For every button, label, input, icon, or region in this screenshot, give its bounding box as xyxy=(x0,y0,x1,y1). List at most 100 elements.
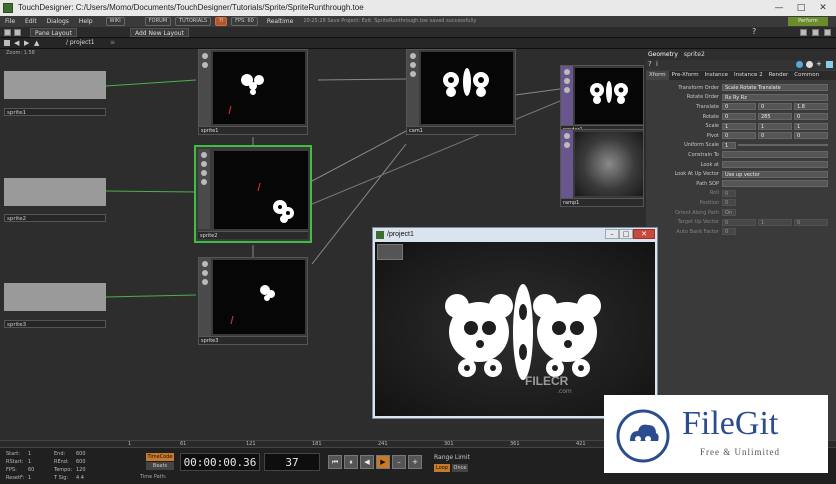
node-sprite2-icon-c[interactable] xyxy=(201,170,207,176)
node-cam1[interactable]: cam1 xyxy=(406,49,516,135)
error-badge[interactable]: !! xyxy=(215,17,228,26)
stat-value[interactable]: 4 4 xyxy=(76,474,84,482)
loop-button[interactable]: Loop xyxy=(434,464,450,472)
param-add-icon[interactable]: + xyxy=(816,60,822,68)
floating-render-view[interactable]: FILECR .com xyxy=(375,242,655,416)
node-sprite2-selected[interactable]: sprite2 xyxy=(194,145,312,243)
step-back-button[interactable]: ⏸ xyxy=(344,455,358,469)
pane-restore-icon[interactable] xyxy=(812,29,819,36)
param-field-x[interactable]: 0 xyxy=(722,218,756,226)
param-info-icon[interactable]: i xyxy=(656,60,658,68)
left-operator-bar-2[interactable] xyxy=(4,178,106,206)
param-field[interactable] xyxy=(722,180,828,188)
left-operator-bar-1[interactable] xyxy=(4,71,106,99)
param-field[interactable]: 0 xyxy=(722,199,736,207)
perform-mode-button[interactable]: Perform xyxy=(788,17,828,26)
param-field-x[interactable]: 0 xyxy=(722,132,756,140)
param-field-z[interactable]: 1 xyxy=(794,122,828,130)
param-gear-icon[interactable] xyxy=(806,61,813,68)
tutorials-button[interactable]: TUTORIALS xyxy=(175,17,212,26)
tab-pre-xform[interactable]: Pre-Xform xyxy=(669,71,702,80)
floating-maximize-button[interactable]: □ xyxy=(619,229,633,239)
param-dropdown[interactable]: Scale Rotate Translate xyxy=(722,84,828,92)
once-button[interactable]: Once xyxy=(452,464,468,472)
param-field-z[interactable]: 1.8 xyxy=(794,103,828,111)
param-field-y[interactable]: 0 xyxy=(758,132,792,140)
tab-instance[interactable]: Instance xyxy=(702,71,731,80)
node-cam1-icon-c[interactable] xyxy=(410,71,416,77)
tab-xform[interactable]: Xform xyxy=(646,71,669,80)
step-forward-button[interactable]: – xyxy=(392,455,406,469)
param-field-y[interactable]: 1 xyxy=(758,122,792,130)
node-sprite1[interactable]: sprite1 xyxy=(198,49,308,135)
rewind-button[interactable]: ⏮ xyxy=(328,455,342,469)
menu-dialogs[interactable]: Dialogs xyxy=(42,16,74,27)
floating-viewer-window[interactable]: /project1 – □ ✕ FILECR .com xyxy=(372,227,658,419)
param-field-y[interactable]: 285 xyxy=(758,113,792,121)
stat-value[interactable]: 1 xyxy=(28,450,54,458)
node-sprite3-icon-c[interactable] xyxy=(202,279,208,285)
node-cam1-icon-a[interactable] xyxy=(410,53,416,59)
param-globe-icon[interactable] xyxy=(796,61,803,68)
wiki-button[interactable]: WIKI xyxy=(105,17,125,26)
add-layout-button[interactable]: Add New Layout xyxy=(130,28,189,37)
realtime-toggle[interactable]: Realtime xyxy=(262,16,299,27)
param-field-z[interactable]: 0 xyxy=(794,132,828,140)
play-reverse-button[interactable]: ◀ xyxy=(360,455,374,469)
param-field-z[interactable]: 0 xyxy=(794,218,828,226)
node-ramp1-icon-b[interactable] xyxy=(564,142,570,148)
param-field[interactable]: 0 xyxy=(722,228,736,236)
param-toggle[interactable]: On xyxy=(722,209,736,217)
node-cam1-icon-b[interactable] xyxy=(410,62,416,68)
node-sprite2-icon-a[interactable] xyxy=(201,152,207,158)
timecode-display[interactable]: 00:00:00.36 xyxy=(180,453,260,471)
param-field-y[interactable]: 0 xyxy=(758,103,792,111)
node-sprite1-icon-b[interactable] xyxy=(202,62,208,68)
stat-value[interactable]: 120 xyxy=(76,466,86,474)
param-field-y[interactable]: 1 xyxy=(758,218,792,226)
menu-file[interactable]: File xyxy=(0,16,20,27)
node-sprite2-icon-d[interactable] xyxy=(201,179,207,185)
stat-value[interactable]: 1 xyxy=(28,474,54,482)
param-field[interactable] xyxy=(722,151,828,159)
path-menu-icon[interactable]: ≡ xyxy=(110,39,115,46)
tab-common[interactable]: Common xyxy=(791,71,822,80)
left-operator-bar-3[interactable] xyxy=(4,283,106,311)
tab-render[interactable]: Render xyxy=(766,71,792,80)
maximize-button[interactable]: □ xyxy=(792,2,810,14)
stat-value[interactable]: 600 xyxy=(76,458,86,466)
param-field[interactable]: 1 xyxy=(722,141,736,149)
floating-close-button[interactable]: ✕ xyxy=(633,229,655,239)
node-sprite3[interactable]: sprite3 xyxy=(198,257,308,345)
node-render1-icon-b[interactable] xyxy=(564,78,570,84)
up-arrow-icon[interactable]: ▲ xyxy=(34,39,39,47)
stat-value[interactable]: 60 xyxy=(28,466,54,474)
param-dropdown[interactable]: Rx Ry Rz xyxy=(722,93,828,101)
node-render1[interactable]: render1 xyxy=(560,65,644,133)
node-sprite2-icon-b[interactable] xyxy=(201,161,207,167)
node-render1-icon-c[interactable] xyxy=(564,87,570,93)
param-field-z[interactable]: 0 xyxy=(794,113,828,121)
play-forward-button[interactable]: ▶ xyxy=(376,455,390,469)
pane-max-icon[interactable] xyxy=(800,29,807,36)
stat-value[interactable]: 1 xyxy=(28,458,54,466)
help-icon[interactable]: ? xyxy=(752,27,756,36)
node-sprite3-icon-a[interactable] xyxy=(202,261,208,267)
param-slider[interactable] xyxy=(738,144,828,147)
stat-value[interactable]: 600 xyxy=(76,450,86,458)
menu-help[interactable]: Help xyxy=(74,16,98,27)
floating-minimize-button[interactable]: – xyxy=(605,229,619,239)
node-sprite1-icon-a[interactable] xyxy=(202,53,208,59)
fast-forward-button[interactable]: + xyxy=(408,455,422,469)
node-sprite3-icon-b[interactable] xyxy=(202,270,208,276)
param-expand-icon[interactable] xyxy=(826,61,833,68)
minimize-button[interactable]: — xyxy=(770,2,788,14)
param-field[interactable] xyxy=(722,161,828,169)
timecode-mode-button[interactable]: TimeCode xyxy=(146,453,174,461)
pane-icon[interactable] xyxy=(4,29,11,36)
back-arrow-icon[interactable]: ◀ xyxy=(14,39,19,47)
close-button[interactable]: ✕ xyxy=(814,2,832,14)
forward-arrow-icon[interactable]: ▶ xyxy=(24,39,29,47)
beats-mode-button[interactable]: Beats xyxy=(146,462,174,470)
home-icon[interactable] xyxy=(4,40,10,46)
